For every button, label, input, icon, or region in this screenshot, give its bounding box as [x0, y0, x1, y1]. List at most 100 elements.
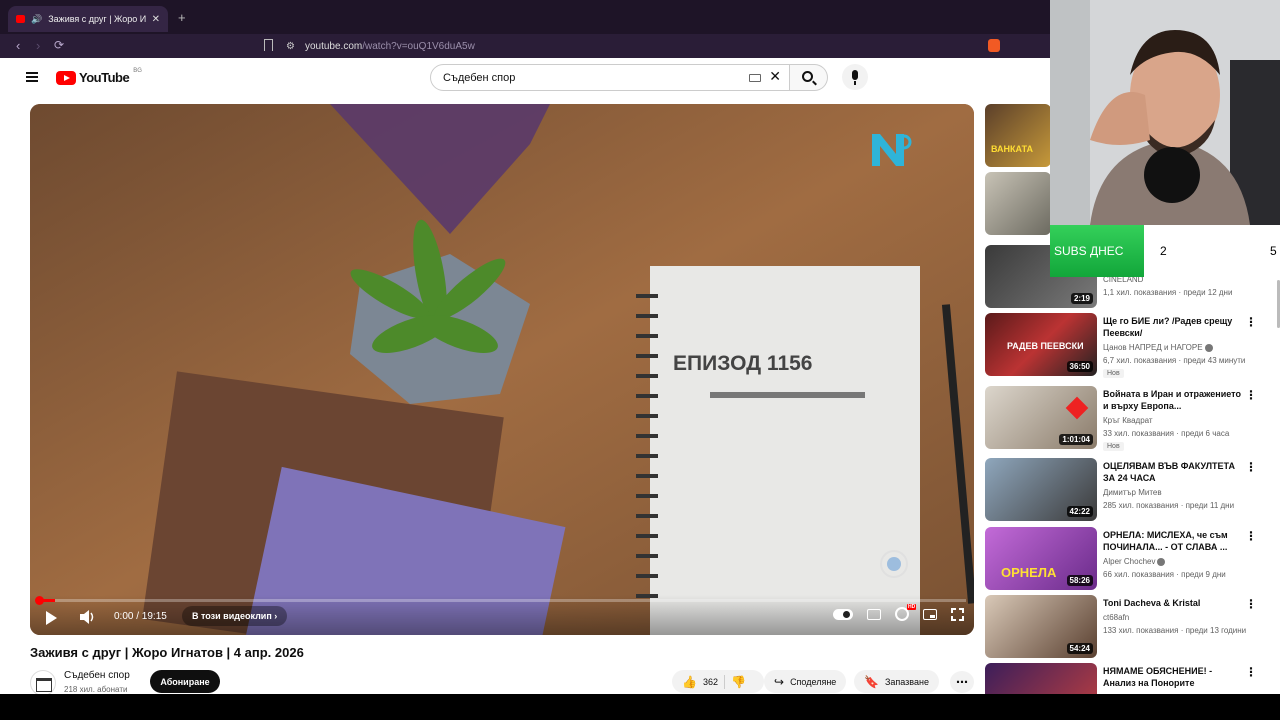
subs-label: SUBS ДНЕС — [1050, 225, 1144, 277]
video-meta: 133 хил. показвания · преди 13 години — [1103, 626, 1247, 635]
video-thumbnail — [985, 172, 1051, 235]
share-label: Споделяне — [790, 676, 837, 687]
fullscreen-icon[interactable] — [951, 607, 964, 621]
video-meta: 1,1 хил. показвания · преди 12 дни — [1103, 288, 1233, 297]
more-actions-icon[interactable]: ⋯ — [950, 671, 974, 693]
miniplayer-icon[interactable] — [923, 608, 937, 620]
video-channel: Цанов НАПРЕД и НАГОРЕ — [1103, 343, 1213, 352]
video-title: Ще го БИЕ ли? /Радев срещу Пеевски/ — [1103, 316, 1233, 338]
right-controls: HD — [833, 604, 964, 621]
video-thumbnail: РАДЕВ ПЕЕВСКИ 36:50 — [985, 313, 1097, 376]
video-channel: Alper Chochev — [1103, 557, 1166, 566]
youtube-logo[interactable]: YouTube BG — [56, 67, 147, 85]
chapters-button[interactable]: В този видеоклип › — [182, 606, 288, 626]
back-icon[interactable]: ‹ — [16, 38, 20, 53]
youtube-favicon-icon — [16, 15, 26, 23]
channel-name[interactable]: Съдебен спор — [64, 670, 130, 681]
video-channel: Димитър Митев — [1103, 488, 1162, 497]
video-meta: 66 хил. показвания · преди 9 дни — [1103, 570, 1226, 579]
video-duration: 2:19 — [1070, 293, 1093, 304]
autoplay-toggle[interactable] — [833, 608, 853, 620]
recommended-video[interactable]: 54:24 Toni Dacheva & Kristal ct68afn 133… — [985, 595, 1275, 659]
video-channel: Кръг Квадрат — [1103, 416, 1153, 425]
subs-today-widget: SUBS ДНЕС 2 5 — [1050, 225, 1280, 277]
time-display: 0:00 / 19:15 — [114, 611, 167, 622]
recommended-video[interactable]: ОРНЕЛА 58:26 ОРНЕЛА: МИСЛЕХА, че съм ПОЧ… — [985, 527, 1275, 591]
video-meta: 33 хил. показвания · преди 6 часа — [1103, 429, 1230, 438]
share-button[interactable]: ↪ Споделяне — [764, 670, 847, 693]
settings-gear-icon[interactable]: HD — [895, 604, 917, 621]
volume-icon[interactable] — [80, 610, 96, 624]
clear-search-icon[interactable]: ✕ — [769, 68, 781, 85]
video-player[interactable]: ЕПИЗОД 1156 0:00 / 19:15 В този видеокли… — [30, 104, 974, 635]
chevron-right-icon: › — [274, 611, 278, 621]
new-badge: Нов — [1103, 369, 1124, 378]
video-thumbnail: ОРНЕЛА 58:26 — [985, 527, 1097, 590]
video-duration: 54:24 — [1066, 643, 1093, 654]
share-icon: ↪ — [774, 674, 785, 689]
video-frame: ЕПИЗОД 1156 — [30, 104, 974, 635]
verified-icon — [1204, 343, 1213, 352]
thumbnail-text: РАДЕВ ПЕЕВСКИ — [1007, 341, 1084, 351]
video-options-icon[interactable]: ⋮ — [1245, 315, 1257, 329]
url-field[interactable]: ⚙ youtube.com/watch?v=ouQ1V6duA5w — [286, 36, 976, 56]
progress-scrubber[interactable] — [35, 596, 44, 605]
player-controls: 0:00 / 19:15 В този видеоклип › HD — [30, 595, 974, 635]
progress-bar[interactable] — [35, 596, 966, 605]
save-label: Запазване — [884, 676, 929, 687]
hd-badge: HD — [907, 604, 917, 610]
video-options-icon[interactable]: ⋮ — [1245, 665, 1257, 679]
recommended-video[interactable]: 1:01:04 Войната в Иран и отражението и в… — [985, 386, 1275, 451]
brave-shield-icon[interactable] — [988, 39, 1000, 52]
like-count[interactable]: 362 — [703, 677, 718, 687]
video-thumbnail: 54:24 — [985, 595, 1097, 658]
speaker-icon: 🔊 — [31, 13, 43, 24]
save-bookmark-icon: 🔖 — [864, 674, 879, 689]
video-thumbnail: ВАНКАТА — [985, 104, 1051, 167]
search-icon — [802, 71, 813, 82]
like-icon[interactable]: 👍 — [682, 675, 697, 689]
video-options-icon[interactable]: ⋮ — [1245, 597, 1257, 611]
play-icon[interactable] — [46, 611, 57, 625]
hamburger-menu-icon[interactable] — [26, 72, 38, 82]
keyboard-icon[interactable] — [749, 74, 761, 82]
site-settings-icon[interactable]: ⚙ — [286, 41, 295, 52]
bookmark-icon[interactable] — [264, 39, 273, 51]
video-duration: 58:26 — [1066, 575, 1093, 586]
new-tab-button[interactable]: + — [178, 10, 186, 25]
dislike-icon[interactable]: 👎 — [731, 675, 746, 689]
video-options-icon[interactable]: ⋮ — [1245, 388, 1257, 402]
search-input[interactable] — [443, 71, 723, 84]
video-options-icon[interactable]: ⋮ — [1245, 460, 1257, 474]
search-button[interactable] — [790, 64, 828, 91]
verified-icon — [1157, 557, 1166, 566]
webcam-overlay — [1050, 0, 1280, 225]
thumbnail-text: ОРНЕЛА — [1001, 565, 1057, 580]
recommended-video[interactable]: 42:22 ОЦЕЛЯВАМ ВЪВ ФАКУЛТЕТА ЗА 24 ЧАСА … — [985, 458, 1275, 522]
like-dislike-group: 👍 362 👎 — [672, 670, 764, 693]
save-button[interactable]: 🔖 Запазване — [854, 670, 939, 693]
subtitles-icon[interactable] — [867, 608, 881, 620]
video-title: ОЦЕЛЯВАМ ВЪВ ФАКУЛТЕТА ЗА 24 ЧАСА — [1103, 461, 1235, 483]
browser-tab[interactable]: 🔊 Заживя с друг | Жоро Игнатов ✕ — [8, 6, 168, 32]
voice-search-mic-icon[interactable] — [842, 64, 868, 90]
youtube-play-icon — [56, 70, 76, 85]
video-duration: 42:22 — [1066, 506, 1093, 517]
video-duration: 1:01:04 — [1059, 434, 1093, 445]
video-meta: 6,7 хил. показвания · преди 43 минути — [1103, 356, 1246, 365]
channel-avatar[interactable] — [30, 670, 56, 696]
subscribe-button[interactable]: Абониране — [150, 670, 220, 693]
video-channel: ct68afn — [1103, 613, 1130, 622]
subs-value-secondary: 5 — [1270, 244, 1277, 258]
video-title: Заживя с друг | Жоро Игнатов | 4 апр. 20… — [30, 645, 304, 660]
video-options-icon[interactable]: ⋮ — [1245, 529, 1257, 543]
tab-close-icon[interactable]: ✕ — [152, 14, 160, 25]
new-badge: Нов — [1103, 442, 1124, 451]
search-box: ✕ — [430, 64, 790, 91]
video-duration: 36:50 — [1066, 361, 1093, 372]
reload-icon[interactable]: ⟳ — [54, 38, 64, 52]
tab-title: Заживя с друг | Жоро Игнатов — [48, 14, 146, 24]
forward-icon[interactable]: › — [36, 38, 40, 53]
recommended-video[interactable]: РАДЕВ ПЕЕВСКИ 36:50 Ще го БИЕ ли? /Радев… — [985, 313, 1275, 378]
video-thumbnail: 1:01:04 — [985, 386, 1097, 449]
